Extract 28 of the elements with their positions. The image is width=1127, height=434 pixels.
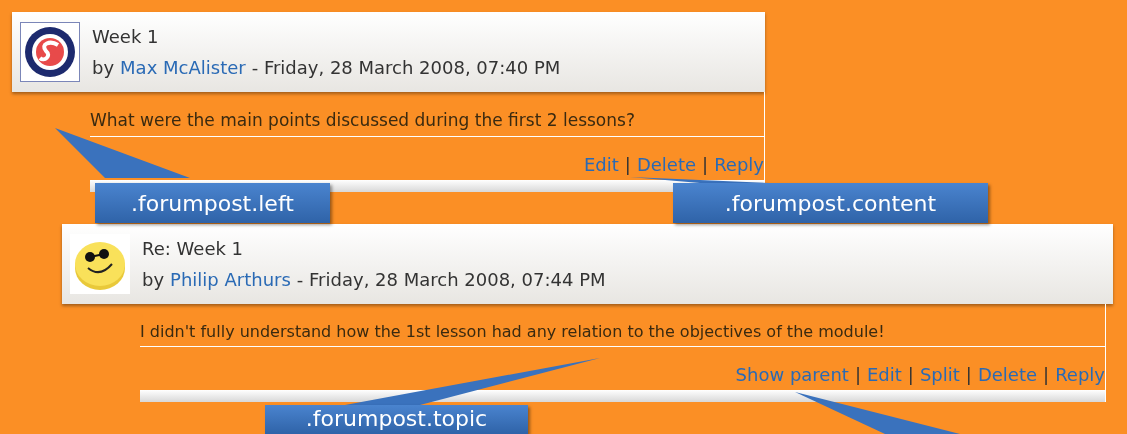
separator: | bbox=[702, 152, 709, 177]
action-link[interactable]: Edit bbox=[866, 360, 902, 388]
action-link[interactable]: Reply bbox=[714, 150, 764, 178]
separator: | bbox=[854, 362, 861, 387]
action-link[interactable]: Split bbox=[919, 360, 960, 388]
callout-label: .forumpost.left bbox=[95, 183, 330, 223]
action-link[interactable]: Delete bbox=[977, 360, 1038, 388]
separator: | bbox=[1043, 362, 1050, 387]
by-label: by bbox=[142, 267, 165, 292]
action-link[interactable]: Edit bbox=[583, 150, 619, 178]
author-link[interactable]: Philip Arthurs bbox=[170, 265, 291, 293]
separator: | bbox=[624, 152, 631, 177]
post-title: Re: Week 1 bbox=[142, 236, 245, 261]
author-link[interactable]: Max McAlister bbox=[120, 54, 246, 81]
action-link[interactable]: Show parent bbox=[735, 360, 849, 388]
separator: | bbox=[907, 362, 914, 387]
logo-avatar-icon bbox=[20, 22, 80, 82]
action-link[interactable]: Delete bbox=[636, 150, 697, 178]
post-message: I didn't fully understand how the 1st lesson had any relation to the objectives of the module! bbox=[140, 319, 1105, 347]
callout-label: .forumpost.content bbox=[673, 183, 988, 223]
separator: | bbox=[965, 362, 972, 387]
post-message: What were the main points discussed during the first 2 lessons? bbox=[90, 108, 764, 137]
post-title: Week 1 bbox=[92, 25, 160, 49]
by-label: by bbox=[92, 56, 115, 80]
callout-label: .forumpost.topic bbox=[265, 405, 528, 434]
action-link[interactable]: Reply bbox=[1055, 360, 1105, 388]
post-date: - Friday, 28 March 2008, 07:40 PM bbox=[251, 56, 561, 80]
post-date: - Friday, 28 March 2008, 07:44 PM bbox=[296, 267, 606, 292]
